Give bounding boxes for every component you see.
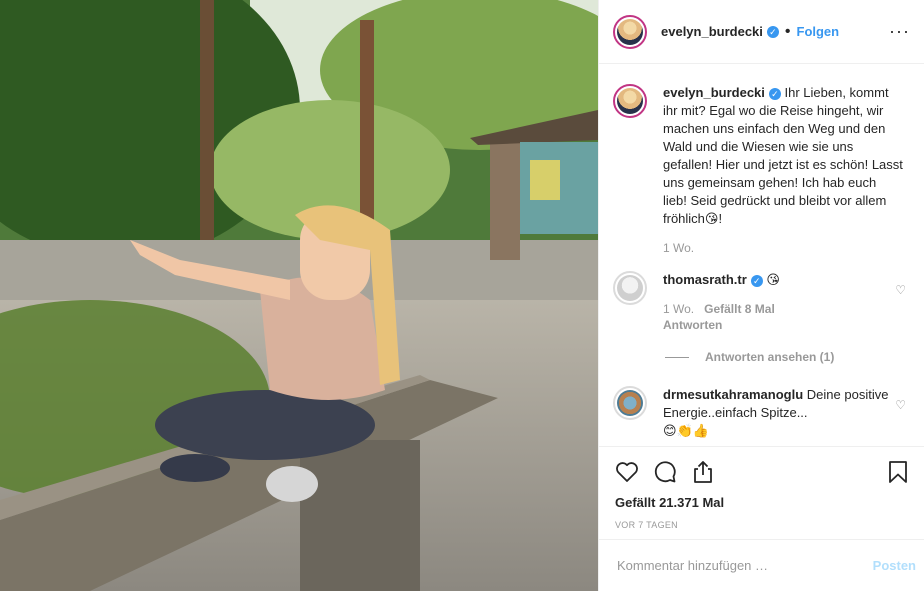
add-comment-bar: Posten [599, 539, 924, 591]
caption-time[interactable]: 1 Wo. [663, 241, 694, 255]
comment-avatar[interactable] [613, 271, 647, 305]
reply-button[interactable]: Antworten [663, 318, 722, 332]
post-sidebar: evelyn_burdecki ✓ • Folgen ··· evelyn_bu… [598, 0, 924, 591]
verified-badge-icon: ✓ [750, 274, 763, 287]
comment-emoji: 😊👏👍 [663, 424, 709, 439]
follow-button[interactable]: Folgen [797, 24, 840, 39]
comment-username[interactable]: drmesutkahramanoglu [663, 387, 803, 402]
comments-list: evelyn_burdecki ✓ Ihr Lieben, kommt ihr m… [599, 64, 924, 444]
separator-dot: • [784, 22, 791, 40]
author-username[interactable]: evelyn_burdecki [661, 24, 763, 39]
caption-meta: 1 Wo. [663, 241, 903, 255]
comment-time[interactable]: 1 Wo. [663, 302, 694, 316]
comment-likes[interactable]: Gefällt 8 Mal [704, 302, 775, 316]
post-photo[interactable] [0, 0, 598, 591]
caption-text: Ihr Lieben, kommt ihr mit? Egal wo die R… [663, 85, 903, 226]
view-replies-button[interactable]: Antworten ansehen (1) [665, 350, 910, 364]
post-timestamp[interactable]: VOR 7 TAGEN [615, 520, 908, 530]
view-replies-label: Antworten ansehen (1) [705, 350, 835, 364]
author-avatar[interactable] [613, 14, 647, 49]
caption-end: ! [718, 211, 723, 226]
comment-username[interactable]: thomasrath.tr [663, 272, 747, 287]
caption-emoji: 😘 [704, 212, 719, 227]
likes-count[interactable]: Gefällt 21.371 Mal [615, 495, 908, 510]
comment-input[interactable] [615, 557, 873, 574]
comment-text-block: thomasrath.tr ✓ 😘 [663, 271, 903, 290]
post-dialog: evelyn_burdecki ✓ • Folgen ··· evelyn_bu… [0, 0, 924, 591]
comment-item: thomasrath.tr ✓ 😘 1 Wo. Gefällt 8 Mal Ant… [613, 271, 910, 332]
save-bookmark-icon[interactable] [888, 460, 908, 484]
caption-text-block: evelyn_burdecki ✓ Ihr Lieben, kommt ihr m… [663, 84, 903, 229]
comment-actions: Antworten [663, 318, 903, 332]
comment-like-heart-icon[interactable]: ♡ [895, 398, 906, 412]
caption: evelyn_burdecki ✓ Ihr Lieben, kommt ihr m… [613, 84, 910, 255]
comment-text-block: drmesutkahramanoglu Deine positive Energ… [663, 386, 903, 441]
like-heart-icon[interactable] [615, 461, 639, 483]
post-actions: Gefällt 21.371 Mal VOR 7 TAGEN [599, 446, 924, 530]
post-header: evelyn_burdecki ✓ • Folgen ··· [599, 0, 924, 64]
comment-meta: 1 Wo. Gefällt 8 Mal [663, 302, 903, 316]
share-icon[interactable] [691, 460, 715, 484]
action-icons [615, 457, 908, 487]
verified-badge-icon: ✓ [768, 87, 781, 100]
caption-username[interactable]: evelyn_burdecki [663, 85, 765, 100]
comment-item: drmesutkahramanoglu Deine positive Energ… [613, 386, 910, 441]
verified-badge-icon: ✓ [766, 25, 779, 38]
comment-like-heart-icon[interactable]: ♡ [895, 283, 906, 297]
caption-avatar[interactable] [613, 84, 647, 118]
comment-avatar[interactable] [613, 386, 647, 420]
more-dots-icon[interactable]: ··· [889, 21, 910, 42]
photo-illustration [0, 0, 598, 591]
comment-bubble-icon[interactable] [653, 460, 677, 484]
comment-text: 😘 [766, 273, 780, 288]
replies-line-divider [665, 356, 689, 358]
post-comment-button[interactable]: Posten [873, 558, 916, 573]
